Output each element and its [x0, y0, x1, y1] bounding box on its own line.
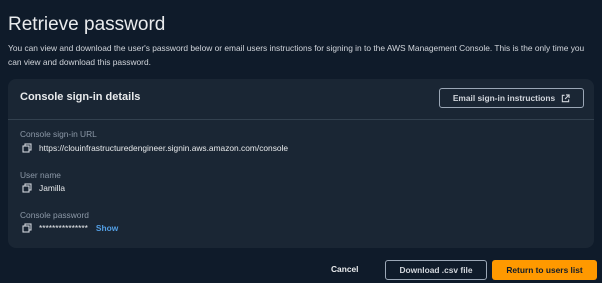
email-signin-instructions-label: Email sign-in instructions — [452, 93, 556, 103]
copy-icon[interactable] — [22, 223, 32, 233]
console-signin-details-panel: Console sign-in details Email sign-in in… — [8, 79, 594, 248]
signin-url-value: https://clouinfrastructuredengineer.sign… — [39, 143, 289, 153]
copy-icon[interactable] — [22, 143, 32, 153]
external-link-icon — [561, 93, 570, 102]
signin-url-row: https://clouinfrastructuredengineer.sign… — [22, 143, 288, 153]
panel-title: Console sign-in details — [20, 91, 141, 103]
page-title: Retrieve password — [8, 14, 166, 35]
copy-icon[interactable] — [22, 183, 32, 193]
username-value: Jamilla — [39, 183, 66, 193]
console-password-value: *************** — [39, 223, 88, 233]
username-row: Jamilla — [22, 183, 65, 193]
download-csv-button[interactable]: Download .csv file — [385, 260, 487, 280]
console-password-label: Console password — [20, 210, 89, 220]
email-signin-instructions-button[interactable]: Email sign-in instructions — [439, 88, 584, 108]
retrieve-password-page: Retrieve password You can view and downl… — [0, 0, 602, 283]
show-password-link[interactable]: Show — [96, 223, 118, 233]
console-password-row: *************** Show — [22, 223, 118, 233]
cancel-button[interactable]: Cancel — [331, 264, 358, 274]
return-to-users-list-button[interactable]: Return to users list — [492, 260, 597, 280]
page-description: You can view and download the user's pas… — [8, 43, 585, 67]
username-label: User name — [20, 170, 61, 180]
panel-header: Console sign-in details Email sign-in in… — [8, 79, 594, 120]
download-csv-label: Download .csv file — [399, 265, 473, 275]
signin-url-label: Console sign-in URL — [20, 129, 97, 139]
return-to-users-list-label: Return to users list — [506, 265, 583, 275]
